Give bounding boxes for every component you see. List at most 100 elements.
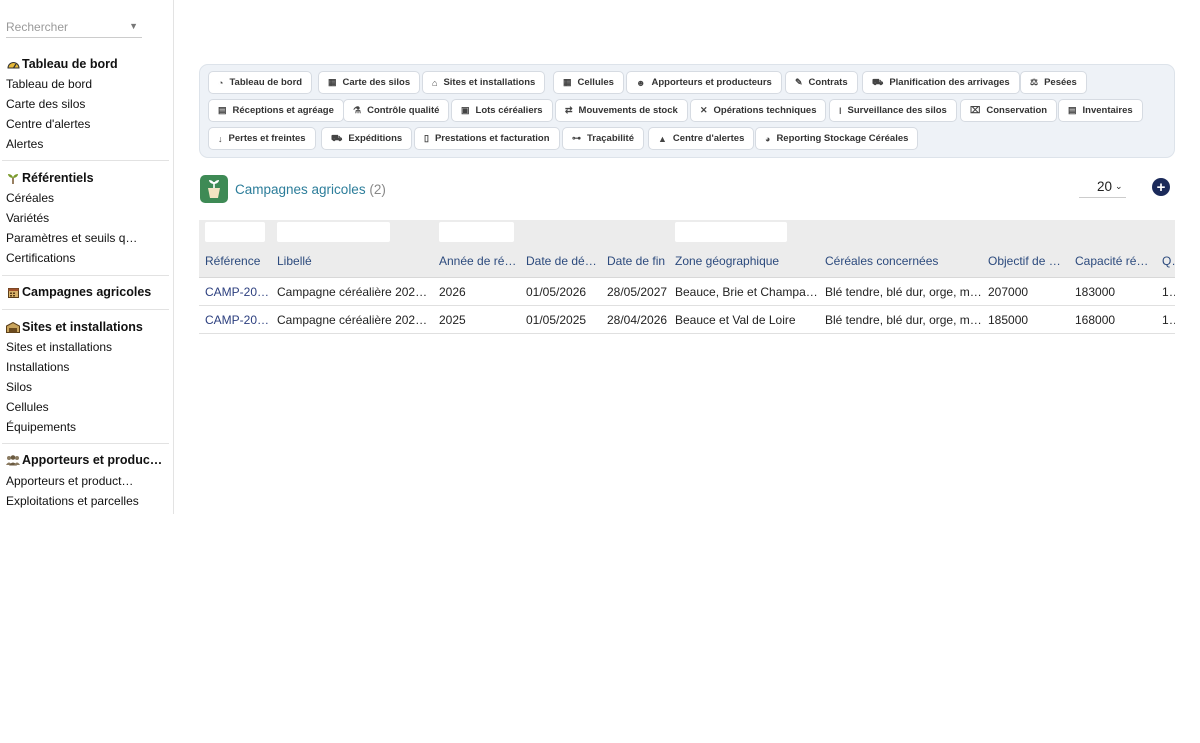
sidebar-item-certifications[interactable]: Certifications [0,248,140,268]
filter-input-reference[interactable] [205,222,265,242]
table-row[interactable]: CAMP-2025 Campagne céréalière 2025-… 202… [199,306,1175,334]
record-count: (2) [369,182,386,197]
menu-planification-des-arrivages[interactable]: ⛟ Planification des arrivages [862,71,1020,94]
column-header-capacite[interactable]: Capacité rés… [1075,254,1150,268]
search-input[interactable]: Rechercher ▼ [6,16,142,38]
sidebar-item-apporteurs[interactable]: Apporteurs et producteurs [0,471,140,491]
column-header-quantite[interactable]: Qu… [1162,254,1175,268]
page-title-text: Campagnes agricoles [235,182,366,197]
sidebar-item-varietes[interactable]: Variétés [0,208,140,228]
column-header-objectif[interactable]: Objectif de c… [988,254,1063,268]
menu-prestations-et-facturation[interactable]: ▯ Prestations et facturation [414,127,560,150]
cell-reference[interactable]: CAMP-2026 [205,285,270,299]
warehouse-icon: ⌂ [432,77,438,88]
add-button[interactable]: + [1152,178,1170,196]
menu-conservation[interactable]: ⌧ Conservation [960,99,1058,122]
menu-surveillance-des-silos[interactable]: ǀ Surveillance des silos [829,99,957,122]
divider [2,275,169,276]
menu-tableau-de-bord[interactable]: ◔ Tableau de bord [208,71,313,94]
sidebar-item-installations[interactable]: Installations [0,357,140,377]
boxes-icon: ▣ [461,105,470,115]
page-size-select[interactable]: 20 ⌄ [1079,178,1126,198]
cell-objectif: 207000 [988,285,1029,299]
filter-input-annee[interactable] [439,222,514,242]
sidebar-section-title[interactable]: Apporteurs et produc… [0,450,170,470]
cell-reference[interactable]: CAMP-2025 [205,313,270,327]
menu-sites-et-installations[interactable]: ⌂ Sites et installations [422,71,546,94]
sidebar-item-cellules[interactable]: Cellules [0,397,140,417]
column-header-annee[interactable]: Année de ré… [439,254,517,268]
sidebar-item-centre-alertes[interactable]: Centre d'alertes [0,114,140,134]
invoice-icon: ▯ [424,133,429,143]
shipping-icon: ⛟ [331,132,343,143]
module-menu: ◔ Tableau de bord ▦ Carte des silos ⌂ Sites… [199,64,1175,158]
table-row[interactable]: CAMP-2026 Campagne céréalière 2026-… 202… [199,278,1175,306]
menu-operations-techniques[interactable]: ✕ Opérations techniques [690,99,827,122]
menu-centre-alertes[interactable]: ▲ Centre d'alertes [648,127,755,150]
cell-date-fin: 28/04/2026 [607,313,668,327]
sidebar-item-exploitations[interactable]: Exploitations et parcelles [0,491,140,511]
cells-icon: ▦ [563,77,572,87]
cell-libelle: Campagne céréalière 2026-… [277,285,429,299]
sidebar-section-title[interactable]: Sites et installations [0,317,170,337]
sidebar-item-equipements[interactable]: Équipements [0,417,140,437]
truck-icon: ⛟ [872,76,884,87]
page-size-value: 20 [1097,179,1113,194]
calendar-icon [6,287,20,298]
menu-apporteurs-et-producteurs[interactable]: ☻ Apporteurs et producteurs [626,71,782,94]
menu-cellules[interactable]: ▦ Cellules [553,71,624,94]
menu-receptions-et-agreage[interactable]: ▤ Réceptions et agréage [208,99,344,122]
list-header: Campagnes agricoles (2) 20 ⌄ + [199,175,1175,205]
menu-expeditions[interactable]: ⛟ Expéditions [321,127,413,150]
bell-icon: ▲ [658,133,667,144]
app-icon [200,175,228,203]
sidebar-item-carte-des-silos[interactable]: Carte des silos [0,94,140,114]
sidebar: Rechercher ▼ Tableau de bord Tableau de … [0,0,174,514]
sidebar-section-referentiels: Référentiels Céréales Variétés Paramètre… [0,168,170,268]
sidebar-section-title[interactable]: Campagnes agricoles [0,282,170,302]
plus-icon: + [1156,178,1166,196]
menu-reporting-stockage-cereales[interactable]: ◕ Reporting Stockage Céréales [755,127,919,150]
sidebar-section-title[interactable]: Tableau de bord [0,54,170,74]
column-header-zone[interactable]: Zone géographique [675,254,819,268]
list-icon: ▤ [1068,105,1077,115]
users-icon [6,454,20,466]
column-header-libelle[interactable]: Libellé [277,254,427,268]
filter-input-libelle[interactable] [277,222,390,242]
sidebar-section-sites: Sites et installations Sites et installa… [0,317,170,437]
cell-zone: Beauce et Val de Loire [675,313,796,327]
menu-inventaires[interactable]: ▤ Inventaires [1058,99,1143,122]
sidebar-item-sites[interactable]: Sites et installations [0,337,140,357]
arrow-down-icon: ↓ [218,133,223,144]
scale-icon: ⚖ [1030,77,1039,87]
menu-tracabilite[interactable]: ⊶ Traçabilité [562,127,644,150]
filter-input-zone[interactable] [675,222,787,242]
cell-capacite: 168000 [1075,313,1116,327]
sidebar-section-apporteurs: Apporteurs et produc… Apporteurs et prod… [0,450,170,511]
sidebar-item-parametres[interactable]: Paramètres et seuils qual… [0,228,140,248]
menu-controle-qualite[interactable]: ⚗ Contrôle qualité [343,99,450,122]
menu-lots-cerealiers[interactable]: ▣ Lots céréaliers [451,99,553,122]
sidebar-section-title[interactable]: Référentiels [0,168,170,188]
gauge-icon: ◔ [218,77,224,88]
menu-mouvements-de-stock[interactable]: ⇄ Mouvements de stock [555,99,688,122]
sidebar-item-cereales[interactable]: Céréales [0,188,140,208]
menu-pesees[interactable]: ⚖ Pesées [1020,71,1087,94]
column-header-date-debut[interactable]: Date de début [526,254,600,268]
column-header-cereales[interactable]: Céréales concernées [825,254,980,268]
cell-zone: Beauce, Brie et Champagne [675,285,820,299]
data-grid: Référence Libellé Année de ré… Date de d… [199,220,1175,334]
menu-contrats[interactable]: ✎ Contrats [785,71,858,94]
menu-carte-des-silos[interactable]: ▦ Carte des silos [318,71,421,94]
sidebar-item-silos[interactable]: Silos [0,377,140,397]
sidebar-item-alertes[interactable]: Alertes [0,134,140,154]
menu-pertes-et-freintes[interactable]: ↓ Pertes et freintes [208,127,316,150]
column-header-reference[interactable]: Référence [205,254,267,268]
chevron-down-icon[interactable]: ▼ [129,21,138,31]
search-placeholder: Rechercher [6,20,69,34]
cell-date-debut: 01/05/2025 [526,313,587,327]
column-header-date-fin[interactable]: Date de fin [607,254,667,268]
sidebar-section-dashboard: Tableau de bord Tableau de bord Carte de… [0,54,170,154]
sidebar-item-tableau-de-bord[interactable]: Tableau de bord [0,74,140,94]
sidebar-section-campagnes: Campagnes agricoles [0,282,170,302]
